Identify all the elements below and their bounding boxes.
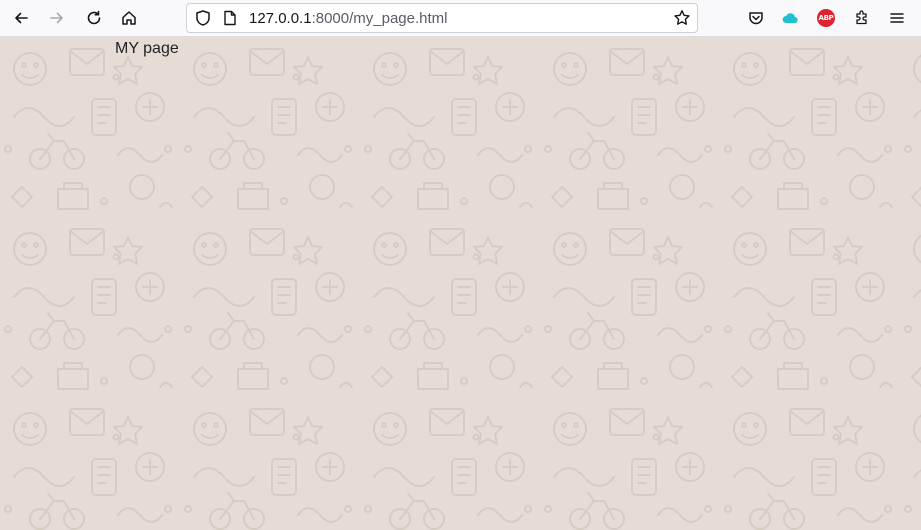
menu-button[interactable] [884,5,910,31]
page-icon[interactable] [221,9,239,27]
forward-icon [50,12,63,24]
shield-icon[interactable] [194,9,212,27]
url-bar[interactable]: 127.0.0.1:8000/my_page.html [186,3,698,33]
adblock-icon: ABP [817,9,835,27]
pocket-button[interactable] [743,5,769,31]
reload-button[interactable] [81,5,107,31]
url-host: 127.0.0.1 [249,10,312,27]
cloud-button[interactable] [777,5,803,31]
page-heading: MY page [115,40,179,57]
forward-button[interactable] [44,5,70,31]
extensions-button[interactable] [849,5,875,31]
bookmark-star-icon[interactable] [673,9,691,27]
extensions-icon [856,10,867,25]
doodle-background-pattern [0,37,921,530]
home-icon [122,11,136,25]
cloud-icon [782,13,798,24]
page-content: MY page [0,37,921,530]
home-button[interactable] [116,5,142,31]
browser-toolbar: 127.0.0.1:8000/my_page.html ABP [0,0,921,37]
url-text[interactable]: 127.0.0.1:8000/my_page.html [249,10,447,27]
pocket-icon [749,12,763,25]
url-path: :8000/my_page.html [311,10,448,27]
back-button[interactable] [8,5,34,31]
adblock-button[interactable]: ABP [813,5,839,31]
reload-icon [87,10,101,25]
back-icon [15,12,28,24]
menu-icon [890,13,904,23]
